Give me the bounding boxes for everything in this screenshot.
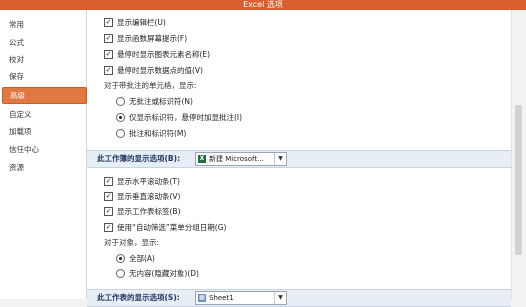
radio-button[interactable] — [116, 112, 125, 122]
chevron-down-icon[interactable]: ▼ — [274, 153, 286, 165]
sidebar-item-save[interactable]: 保存 — [2, 69, 85, 84]
radio-button[interactable] — [116, 96, 125, 106]
show-horizontal-scrollbar-option[interactable]: ✓ 显示水平滚动条(T) — [104, 175, 180, 188]
checkbox[interactable]: ✓ — [104, 206, 113, 216]
scrollbar-thumb[interactable] — [515, 105, 522, 255]
section-title: 此工作表的显示选项(S): — [97, 293, 180, 302]
sidebar-item-resources[interactable]: 资源 — [2, 160, 85, 175]
show-sheet-tabs-option[interactable]: ✓ 显示工作表标签(B) — [104, 205, 181, 218]
show-function-tooltips-option[interactable]: ✓ 显示函数屏幕提示(F) — [104, 32, 187, 45]
sidebar-item-general[interactable]: 常用 — [2, 17, 85, 32]
window-title-bar: Excel 选项 — [0, 0, 526, 10]
advanced-options-panel: ✓ 显示编辑栏(U) ✓ 显示函数屏幕提示(F) ✓ 悬停时显示图表元素名称(E) ✓… — [87, 10, 511, 307]
show-chart-element-names-option[interactable]: ✓ 悬停时显示图表元素名称(E) — [104, 48, 210, 61]
option-label: 悬停时显示数据点的值(V) — [117, 66, 203, 75]
radio-button[interactable] — [116, 128, 125, 138]
worksheet-select-dropdown[interactable]: ▦ Sheet1 ▼ — [195, 291, 287, 305]
option-label: 无内容(隐藏对象)(D) — [129, 269, 199, 278]
dropdown-value: Sheet1 — [209, 294, 234, 302]
worksheet-display-section-header: 此工作表的显示选项(S): ▦ Sheet1 ▼ — [87, 289, 511, 307]
checkbox[interactable]: ✓ — [104, 65, 113, 75]
checkbox[interactable]: ✓ — [104, 17, 113, 27]
section-title: 此工作簿的显示选项(B): — [97, 154, 181, 163]
sidebar-item-addins[interactable]: 加载项 — [2, 124, 85, 139]
comments-group-label: 对于带批注的单元格，显示: — [104, 81, 197, 90]
options-sidebar: 常用 公式 校对 保存 高级 自定义 加载项 信任中心 资源 — [0, 10, 87, 299]
option-label: 全部(A) — [129, 254, 155, 263]
dropdown-value: 新建 Microsoft... — [209, 155, 264, 163]
sidebar-item-proofing[interactable]: 校对 — [2, 52, 85, 67]
no-comments-radio-option[interactable]: 无批注或标识符(N) — [116, 95, 193, 108]
option-label: 批注和标识符(M) — [129, 129, 187, 138]
option-label: 无批注或标识符(N) — [129, 97, 193, 106]
option-label: 悬停时显示图表元素名称(E) — [117, 50, 211, 59]
sidebar-item-formulas[interactable]: 公式 — [2, 35, 85, 50]
objects-nothing-radio-option[interactable]: 无内容(隐藏对象)(D) — [116, 267, 199, 280]
vertical-scrollbar[interactable] — [511, 10, 526, 299]
show-vertical-scrollbar-option[interactable]: ✓ 显示垂直滚动条(V) — [104, 190, 180, 203]
radio-button[interactable] — [116, 268, 125, 278]
checkbox[interactable]: ✓ — [104, 222, 113, 232]
option-label: 使用“自动筛选”菜单分组日期(G) — [117, 223, 227, 232]
show-formula-bar-option[interactable]: ✓ 显示编辑栏(U) — [104, 16, 166, 29]
group-dates-autofilter-option[interactable]: ✓ 使用“自动筛选”菜单分组日期(G) — [104, 221, 226, 234]
worksheet-icon: ▦ — [198, 294, 206, 302]
window-title: Excel 选项 — [243, 0, 283, 9]
objects-all-radio-option[interactable]: 全部(A) — [116, 252, 155, 265]
checkbox[interactable]: ✓ — [104, 191, 113, 201]
checkbox[interactable]: ✓ — [104, 176, 113, 186]
option-label: 显示垂直滚动条(V) — [117, 192, 181, 201]
option-label: 仅显示标识符，悬停时加显批注(I) — [129, 113, 243, 122]
radio-button[interactable] — [116, 253, 125, 263]
indicators-only-radio-option[interactable]: 仅显示标识符，悬停时加显批注(I) — [116, 111, 242, 124]
workbook-display-section-header: 此工作簿的显示选项(B): X 新建 Microsoft... ▼ — [87, 150, 511, 168]
option-label: 显示水平滚动条(T) — [117, 177, 180, 186]
objects-group-label: 对于对象，显示: — [104, 238, 160, 247]
sidebar-item-advanced[interactable]: 高级 — [2, 87, 87, 104]
checkbox[interactable]: ✓ — [104, 49, 113, 59]
sidebar-item-customize[interactable]: 自定义 — [2, 107, 85, 122]
checkbox[interactable]: ✓ — [104, 33, 113, 43]
option-label: 显示编辑栏(U) — [117, 18, 166, 27]
chevron-down-icon[interactable]: ▼ — [274, 292, 286, 304]
option-label: 显示工作表标签(B) — [117, 207, 181, 216]
sidebar-item-trust-center[interactable]: 信任中心 — [2, 142, 85, 157]
comments-and-indicators-radio-option[interactable]: 批注和标识符(M) — [116, 127, 186, 140]
excel-workbook-icon: X — [198, 155, 206, 163]
workbook-select-dropdown[interactable]: X 新建 Microsoft... ▼ — [195, 152, 287, 166]
show-data-point-values-option[interactable]: ✓ 悬停时显示数据点的值(V) — [104, 64, 203, 77]
option-label: 显示函数屏幕提示(F) — [117, 34, 188, 43]
